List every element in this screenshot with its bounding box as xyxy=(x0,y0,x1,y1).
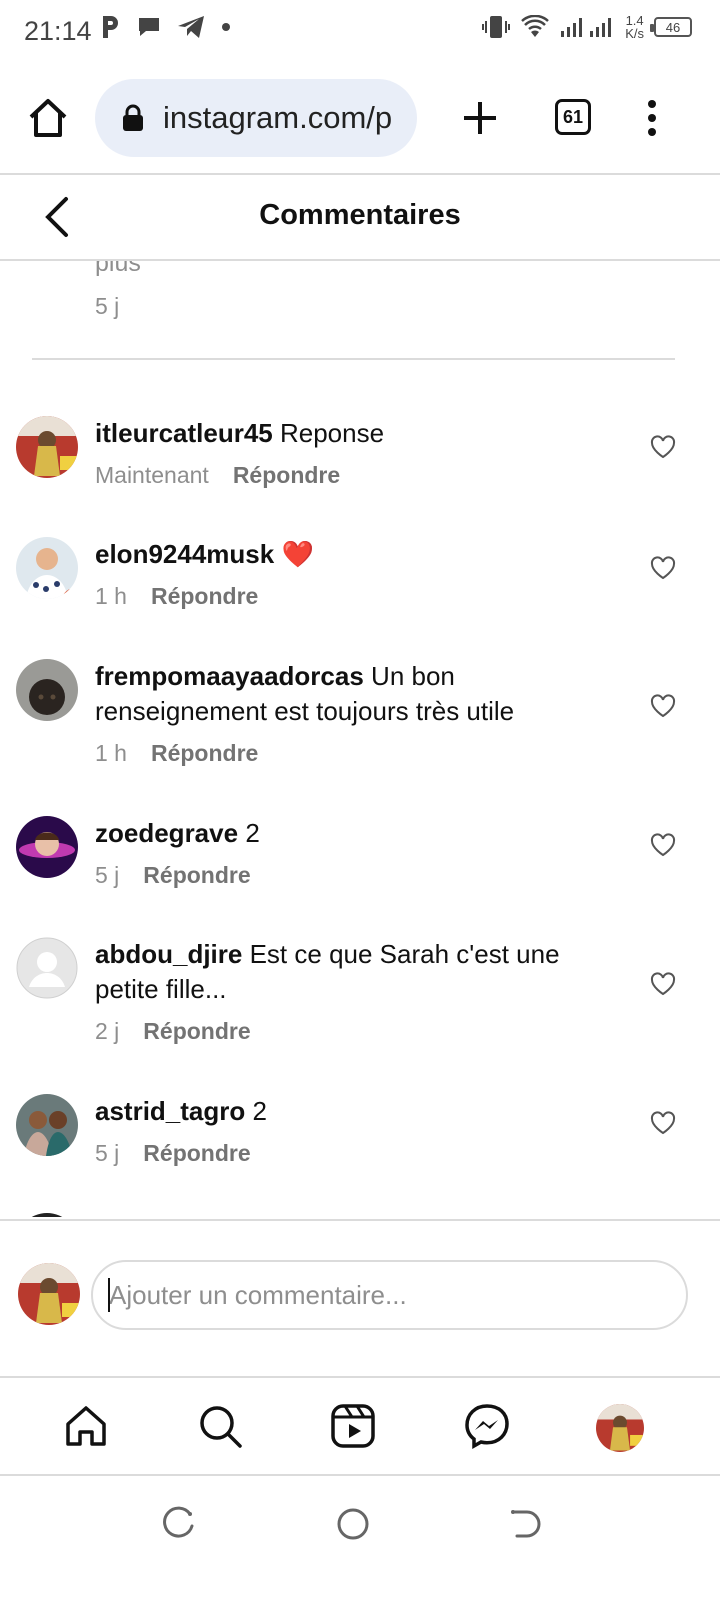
profile-avatar[interactable] xyxy=(596,1404,644,1452)
status-right: 1.4 K/s 46 xyxy=(481,14,692,40)
comment-username[interactable]: zoedegrave xyxy=(95,818,238,848)
signal-icon xyxy=(561,18,612,37)
comment-composer xyxy=(0,1219,720,1377)
url-text: instagram.com/p xyxy=(163,100,393,135)
previous-comment-time: 5 j xyxy=(95,293,120,319)
reply-button[interactable]: Répondre xyxy=(151,583,258,610)
reply-button[interactable]: Répondre xyxy=(143,1018,250,1045)
comment-content: 2 xyxy=(252,1096,267,1126)
dot-icon xyxy=(222,23,230,31)
comment-meta: 5 j Répondre xyxy=(95,862,251,889)
reply-button[interactable]: Répondre xyxy=(143,1140,250,1167)
chat-bubble-icon xyxy=(139,18,159,36)
comment-meta: Maintenant Répondre xyxy=(95,462,340,489)
telegram-icon xyxy=(178,16,204,38)
vibrate-icon xyxy=(482,16,511,38)
comment-username[interactable]: frempomaayaadorcas xyxy=(95,661,364,691)
heart-icon[interactable] xyxy=(650,972,676,996)
comment-time: Maintenant xyxy=(95,462,209,488)
comment-text: abdou_djire Est ce que Sarah c'est une p… xyxy=(95,937,615,1007)
back-icon[interactable] xyxy=(507,1506,543,1542)
more-vert-icon[interactable] xyxy=(640,98,664,138)
home-icon[interactable] xyxy=(62,1402,110,1450)
battery-icon: 46 xyxy=(650,17,692,37)
separator xyxy=(32,358,675,360)
avatar[interactable] xyxy=(16,1213,78,1217)
reels-icon[interactable] xyxy=(329,1402,377,1450)
comments-header: Commentaires xyxy=(0,175,720,259)
avatar[interactable] xyxy=(16,816,78,878)
comment-content: ❤️ xyxy=(281,539,314,569)
reply-button[interactable]: Répondre xyxy=(233,462,340,489)
comment-text: elon9244musk ❤️ xyxy=(95,537,615,572)
system-navigation xyxy=(0,1476,720,1600)
messenger-icon[interactable] xyxy=(463,1402,511,1450)
comment-text: itleurcatleur45 Reponse xyxy=(95,416,615,451)
comment-username[interactable]: itleurcatleur45 xyxy=(95,418,273,448)
status-bar: 21:14 1.4 K/s 46 xyxy=(0,0,720,62)
comment-meta: 1 h Répondre xyxy=(95,583,258,610)
comment-time: 5 j xyxy=(95,1140,120,1166)
avatar[interactable] xyxy=(18,1263,80,1325)
parking-icon xyxy=(103,16,118,38)
text-cursor xyxy=(108,1278,110,1312)
heart-icon[interactable] xyxy=(650,833,676,857)
recents-icon[interactable] xyxy=(162,1506,198,1542)
comment-time: 2 j xyxy=(95,1018,120,1044)
avatar[interactable] xyxy=(16,537,78,599)
reply-button[interactable]: Répondre xyxy=(143,862,250,889)
avatar[interactable] xyxy=(16,416,78,478)
comment-meta: 2 j Répondre xyxy=(95,1018,251,1045)
avatar[interactable] xyxy=(16,659,78,721)
comment-time: 5 j xyxy=(95,862,120,888)
avatar[interactable] xyxy=(16,937,78,999)
comment-content: Reponse xyxy=(279,418,385,448)
comment-content: 2 xyxy=(245,818,260,848)
plus-icon[interactable] xyxy=(460,98,500,138)
comment-username[interactable]: elon9244musk xyxy=(95,539,274,569)
wifi-icon xyxy=(521,15,550,37)
page-title: Commentaires xyxy=(259,199,461,231)
tab-count: 61 xyxy=(562,106,584,127)
address-bar[interactable]: instagram.com/p xyxy=(95,79,417,157)
avatar[interactable] xyxy=(16,1094,78,1156)
speed-unit: K/s xyxy=(625,26,644,41)
comment-time: 1 h xyxy=(95,583,127,609)
heart-icon[interactable] xyxy=(650,435,676,459)
comment-text: zoedegrave 2 xyxy=(95,816,615,851)
heart-icon[interactable] xyxy=(650,694,676,718)
home-icon[interactable] xyxy=(26,96,70,140)
search-icon[interactable] xyxy=(196,1402,244,1450)
battery-level: 46 xyxy=(665,19,681,35)
comment-time: 1 h xyxy=(95,740,127,766)
tabs-icon[interactable]: 61 xyxy=(555,99,591,135)
comment-text: frempomaayaadorcas Un bon renseignement … xyxy=(95,659,615,729)
network-speed: 1.4 K/s xyxy=(625,14,644,40)
previous-comment-tail: plus xyxy=(95,261,141,277)
notification-icons xyxy=(100,14,232,40)
comments-list[interactable]: plus 5 j itleurcatleur45 Reponse Mainten… xyxy=(0,261,720,1217)
comment-username[interactable]: astrid_tagro xyxy=(95,1096,245,1126)
comment-text: astrid_tagro 2 xyxy=(95,1094,615,1129)
comment-username[interactable]: abdou_djire xyxy=(95,939,242,969)
status-time: 21:14 xyxy=(24,16,92,46)
home-circle-icon[interactable] xyxy=(335,1506,371,1542)
lock-icon xyxy=(123,104,143,131)
comment-meta: 5 j Répondre xyxy=(95,1140,251,1167)
comment-meta: 1 h Répondre xyxy=(95,740,258,767)
browser-toolbar: instagram.com/p 61 xyxy=(0,62,720,174)
comment-input[interactable] xyxy=(91,1260,688,1330)
heart-icon[interactable] xyxy=(650,556,676,580)
heart-icon[interactable] xyxy=(650,1111,676,1135)
bottom-navigation xyxy=(0,1376,720,1476)
reply-button[interactable]: Répondre xyxy=(151,740,258,767)
